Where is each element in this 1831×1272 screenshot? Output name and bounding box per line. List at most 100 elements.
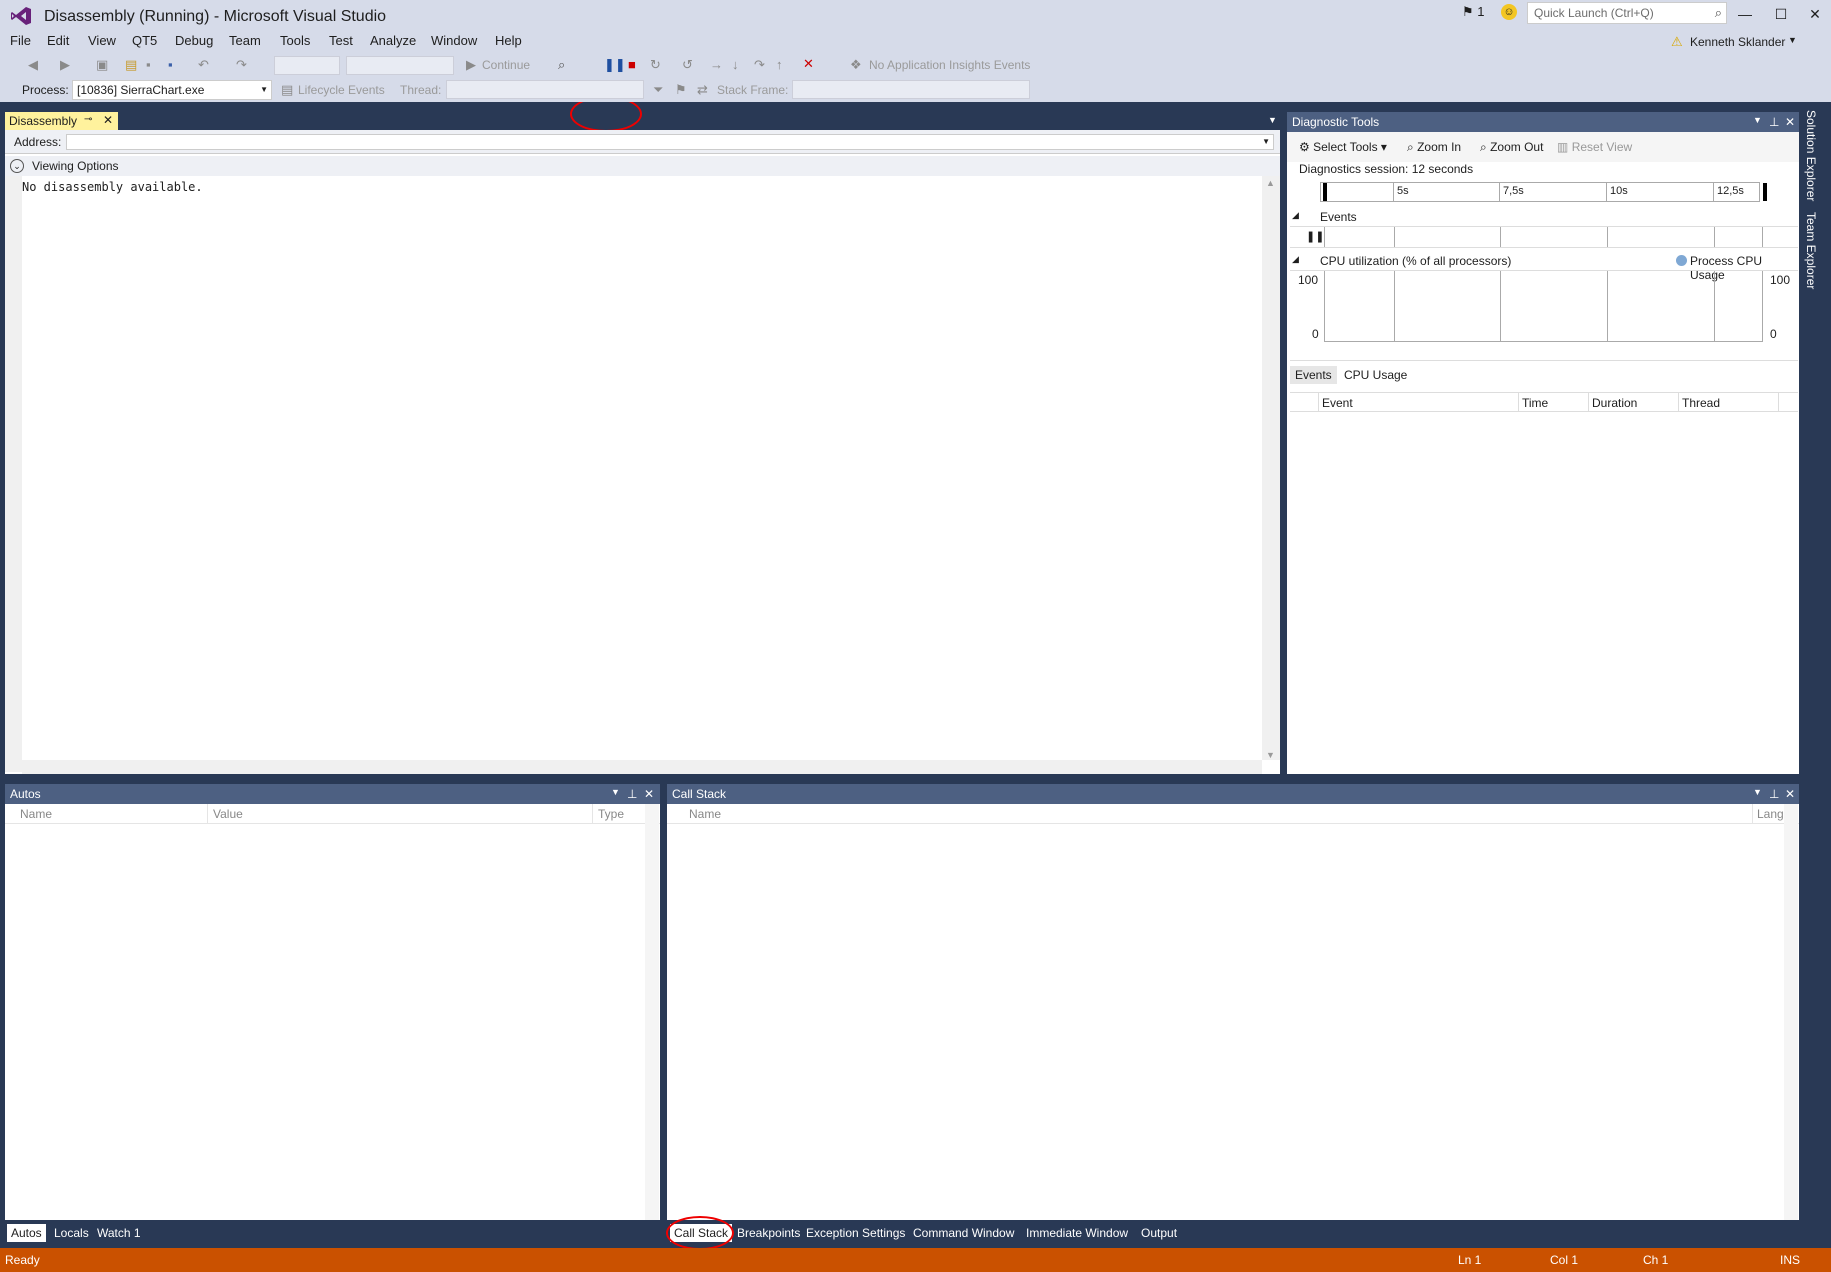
tab-output[interactable]: Output bbox=[1137, 1224, 1181, 1242]
menu-team[interactable]: Team bbox=[229, 33, 261, 48]
column-duration[interactable]: Duration bbox=[1592, 396, 1637, 410]
timeline-ruler[interactable]: 5s 7,5s 10s 12,5s bbox=[1320, 182, 1767, 202]
collapse-icon[interactable]: ◢ bbox=[1292, 254, 1299, 265]
column-time[interactable]: Time bbox=[1522, 396, 1548, 410]
range-end-handle[interactable] bbox=[1763, 183, 1767, 201]
search-icon[interactable]: ⌕ bbox=[1715, 5, 1722, 21]
expand-chevron-icon[interactable]: ⌄ bbox=[10, 159, 24, 173]
continue-icon[interactable]: ▶ bbox=[466, 57, 476, 73]
window-menu-icon[interactable]: ▼ bbox=[611, 787, 620, 797]
call-stack-scrollbar[interactable] bbox=[1784, 804, 1798, 1220]
find-icon[interactable]: ⌕ bbox=[558, 57, 565, 73]
menu-edit[interactable]: Edit bbox=[47, 33, 69, 48]
menu-tools[interactable]: Tools bbox=[280, 33, 310, 48]
platform-combo[interactable] bbox=[346, 56, 454, 75]
menu-qt5[interactable]: QT5 bbox=[132, 33, 157, 48]
side-tab-team-explorer[interactable]: Team Explorer bbox=[1804, 212, 1818, 289]
vertical-scrollbar[interactable]: ▲ ▼ bbox=[1262, 176, 1280, 760]
zoom-out-button[interactable]: ⌕ Zoom Out bbox=[1480, 140, 1543, 155]
undo-icon[interactable]: ↶ bbox=[198, 57, 209, 73]
scroll-down-icon[interactable]: ▼ bbox=[1266, 750, 1275, 760]
stack-frame-combo[interactable] bbox=[792, 80, 1030, 99]
menu-window[interactable]: Window bbox=[431, 33, 477, 48]
maximize-button[interactable]: ☐ bbox=[1766, 4, 1796, 24]
window-menu-icon[interactable]: ▼ bbox=[1753, 115, 1762, 125]
column-type[interactable]: Type bbox=[598, 807, 624, 821]
chevron-down-icon[interactable]: ▼ bbox=[1788, 35, 1797, 45]
tab-immediate-window[interactable]: Immediate Window bbox=[1022, 1224, 1132, 1242]
chevron-down-icon[interactable]: ▼ bbox=[1262, 137, 1270, 146]
side-tab-solution-explorer[interactable]: Solution Explorer bbox=[1804, 110, 1818, 201]
range-start-handle[interactable] bbox=[1323, 183, 1327, 201]
flag-threads-icon[interactable]: ⚑ bbox=[675, 82, 687, 98]
autos-scrollbar[interactable] bbox=[645, 804, 659, 1220]
break-all-pause-icon[interactable]: ❚❚ bbox=[604, 57, 626, 73]
application-insights-dropdown[interactable]: No Application Insights Events bbox=[869, 58, 1030, 72]
tab-watch-1[interactable]: Watch 1 bbox=[93, 1224, 145, 1242]
viewing-options-label[interactable]: Viewing Options bbox=[32, 159, 119, 173]
tab-locals[interactable]: Locals bbox=[50, 1224, 93, 1242]
stop-debugging-icon[interactable]: ■ bbox=[628, 57, 636, 72]
save-icon[interactable]: ▪ bbox=[146, 57, 151, 72]
filter-icon[interactable]: ⏷ bbox=[653, 82, 663, 98]
close-icon[interactable]: ✕ bbox=[1785, 787, 1795, 801]
menu-analyze[interactable]: Analyze bbox=[370, 33, 416, 48]
menu-help[interactable]: Help bbox=[495, 33, 522, 48]
show-next-statement-icon[interactable]: ↺ bbox=[682, 57, 693, 73]
pin-icon[interactable]: ⊥ bbox=[1769, 787, 1779, 801]
close-icon[interactable]: ✕ bbox=[1785, 115, 1795, 129]
user-name[interactable]: Kenneth Sklander bbox=[1690, 35, 1785, 49]
open-file-icon[interactable]: ▤ bbox=[125, 57, 137, 73]
pin-icon[interactable]: ⊥ bbox=[627, 787, 637, 801]
restart-icon[interactable]: ↻ bbox=[650, 57, 661, 73]
tab-cpu-usage[interactable]: CPU Usage bbox=[1344, 368, 1407, 382]
process-combo[interactable]: [10836] SierraChart.exe ▼ bbox=[72, 80, 272, 100]
collapse-icon[interactable]: ◢ bbox=[1292, 210, 1299, 221]
zoom-in-button[interactable]: ⌕ Zoom In bbox=[1407, 140, 1461, 155]
tab-autos[interactable]: Autos bbox=[7, 1224, 46, 1242]
quick-launch-input[interactable]: Quick Launch (Ctrl+Q) ⌕ bbox=[1527, 2, 1727, 24]
step-out-icon[interactable]: ↷ bbox=[754, 57, 765, 73]
column-value[interactable]: Value bbox=[213, 807, 243, 821]
horizontal-scrollbar[interactable] bbox=[22, 760, 1262, 774]
tab-breakpoints[interactable]: Breakpoints bbox=[733, 1224, 804, 1242]
events-section-header[interactable]: ◢ Events bbox=[1290, 208, 1798, 226]
column-language[interactable]: Lang bbox=[1757, 807, 1783, 821]
continue-button[interactable]: Continue bbox=[482, 58, 530, 72]
redo-icon[interactable]: ↷ bbox=[236, 57, 247, 73]
feedback-smiley-icon[interactable]: ☺ bbox=[1501, 4, 1517, 20]
menu-file[interactable]: File bbox=[10, 33, 31, 48]
select-tools-button[interactable]: ⚙ Select Tools ▾ bbox=[1299, 140, 1387, 154]
cpu-section-header[interactable]: ◢ CPU utilization (% of all processors) … bbox=[1290, 252, 1798, 282]
tab-disassembly[interactable]: Disassembly ⊸ ✕ bbox=[5, 112, 118, 130]
close-icon[interactable]: ✕ bbox=[103, 113, 113, 127]
close-window-button[interactable]: ✕ bbox=[1800, 4, 1830, 24]
column-name[interactable]: Name bbox=[20, 807, 52, 821]
back-icon[interactable]: ◀ bbox=[28, 57, 38, 73]
save-all-icon[interactable]: ▪ bbox=[168, 57, 173, 72]
tab-events[interactable]: Events bbox=[1290, 366, 1337, 384]
viewing-options-bar[interactable]: ⌄ Viewing Options bbox=[5, 156, 1280, 176]
forward-icon[interactable]: ▶ bbox=[60, 57, 70, 73]
new-project-icon[interactable]: ▣ bbox=[96, 57, 108, 73]
step-up-icon[interactable]: ↑ bbox=[776, 57, 783, 72]
column-thread[interactable]: Thread bbox=[1682, 396, 1720, 410]
document-dropdown-icon[interactable]: ▼ bbox=[1268, 115, 1277, 125]
column-event[interactable]: Event bbox=[1322, 396, 1353, 410]
close-icon[interactable]: ✕ bbox=[644, 787, 654, 801]
thread-combo[interactable] bbox=[446, 80, 644, 99]
minimize-button[interactable]: — bbox=[1730, 4, 1760, 24]
notifications-indicator[interactable]: ⚑ 1 bbox=[1462, 4, 1485, 20]
menu-debug[interactable]: Debug bbox=[175, 33, 213, 48]
pin-icon[interactable]: ⊥ bbox=[1769, 115, 1779, 129]
configuration-combo[interactable] bbox=[274, 56, 340, 75]
breakpoint-toggle-icon[interactable]: ✕ bbox=[803, 56, 814, 72]
lifecycle-events-dropdown[interactable]: Lifecycle Events bbox=[298, 83, 385, 97]
window-menu-icon[interactable]: ▼ bbox=[1753, 787, 1762, 797]
tab-exception-settings[interactable]: Exception Settings bbox=[802, 1224, 909, 1242]
scroll-up-icon[interactable]: ▲ bbox=[1266, 178, 1275, 188]
menu-view[interactable]: View bbox=[88, 33, 116, 48]
application-insights-icon[interactable]: ❖ bbox=[850, 57, 862, 73]
step-into-icon[interactable]: → bbox=[710, 57, 723, 72]
reset-view-button[interactable]: ▥ Reset View bbox=[1557, 140, 1632, 154]
